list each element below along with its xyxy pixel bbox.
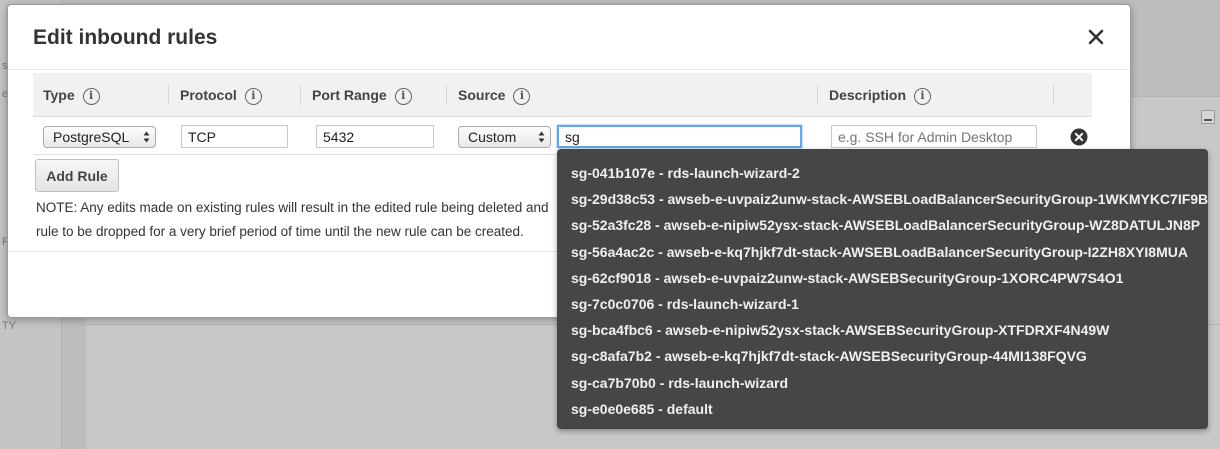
autocomplete-option[interactable]: sg-ca7b70b0 - rds-launch-wizard bbox=[557, 370, 1208, 396]
header-separator bbox=[300, 85, 301, 105]
autocomplete-option[interactable]: sg-c8afa7b2 - awseb-e-kq7hjkf7dt-stack-A… bbox=[557, 343, 1208, 369]
description-field[interactable] bbox=[831, 125, 1037, 148]
source-input[interactable] bbox=[557, 125, 802, 148]
note-line: rule to be dropped for a very brief peri… bbox=[36, 224, 524, 239]
autocomplete-option[interactable]: sg-56a4ac2c - awseb-e-kq7hjkf7dt-stack-A… bbox=[557, 239, 1208, 265]
note-line: NOTE: Any edits made on existing rules w… bbox=[36, 200, 549, 215]
close-icon[interactable] bbox=[1084, 25, 1108, 49]
header-source: Source i bbox=[458, 73, 531, 117]
add-rule-button[interactable]: Add Rule bbox=[35, 159, 119, 192]
info-icon[interactable]: i bbox=[394, 87, 412, 105]
header-description-label: Description bbox=[829, 87, 907, 103]
info-icon[interactable]: i bbox=[244, 87, 262, 105]
autocomplete-option[interactable]: sg-52a3fc28 - awseb-e-nipiw52ysx-stack-A… bbox=[557, 212, 1208, 238]
autocomplete-option[interactable]: sg-bca4fbc6 - awseb-e-nipiw52ysx-stack-A… bbox=[557, 317, 1208, 343]
header-type: Type i bbox=[43, 73, 100, 117]
source-autocomplete-dropdown: sg-041b107e - rds-launch-wizard-2 sg-29d… bbox=[557, 149, 1208, 429]
autocomplete-option[interactable]: sg-e0e0e685 - default bbox=[557, 396, 1208, 422]
autocomplete-option[interactable]: sg-7c0c0706 - rds-launch-wizard-1 bbox=[557, 291, 1208, 317]
port-range-field[interactable] bbox=[316, 125, 434, 148]
modal-header: Edit inbound rules bbox=[8, 5, 1130, 70]
header-separator bbox=[168, 85, 169, 105]
header-protocol: Protocol i bbox=[180, 73, 262, 117]
header-separator bbox=[817, 85, 818, 105]
remove-rule-icon[interactable] bbox=[1070, 128, 1088, 146]
header-description: Description i bbox=[829, 73, 932, 117]
header-port-range-label: Port Range bbox=[312, 87, 387, 103]
select-arrows-icon bbox=[538, 131, 545, 143]
header-source-label: Source bbox=[458, 87, 506, 103]
background-text-fragment: TY bbox=[2, 320, 17, 332]
type-select[interactable]: PostgreSQL bbox=[43, 126, 156, 148]
header-separator bbox=[1053, 85, 1054, 105]
select-arrows-icon bbox=[143, 131, 150, 143]
minimize-icon[interactable] bbox=[1201, 110, 1215, 124]
source-select[interactable]: Custom bbox=[458, 126, 551, 148]
type-select-value: PostgreSQL bbox=[53, 129, 130, 145]
autocomplete-option[interactable]: sg-041b107e - rds-launch-wizard-2 bbox=[557, 160, 1208, 186]
inbound-rules-table: Type i Protocol i Port Range i Source i Desc… bbox=[33, 73, 1092, 155]
header-separator bbox=[446, 85, 447, 105]
header-port-range: Port Range i bbox=[312, 73, 412, 117]
edit-note: NOTE: Any edits made on existing rules w… bbox=[36, 196, 556, 244]
header-type-label: Type bbox=[43, 87, 75, 103]
table-header: Type i Protocol i Port Range i Source i Desc… bbox=[33, 73, 1092, 117]
modal-title: Edit inbound rules bbox=[33, 26, 218, 49]
info-icon[interactable]: i bbox=[82, 87, 100, 105]
protocol-field[interactable] bbox=[181, 125, 288, 148]
autocomplete-option[interactable]: sg-62cf9018 - awseb-e-uvpaiz2unw-stack-A… bbox=[557, 265, 1208, 291]
autocomplete-option[interactable]: sg-29d38c53 - awseb-e-uvpaiz2unw-stack-A… bbox=[557, 186, 1208, 212]
header-protocol-label: Protocol bbox=[180, 87, 237, 103]
info-icon[interactable]: i bbox=[513, 87, 531, 105]
source-select-value: Custom bbox=[468, 129, 517, 145]
info-icon[interactable]: i bbox=[914, 87, 932, 105]
